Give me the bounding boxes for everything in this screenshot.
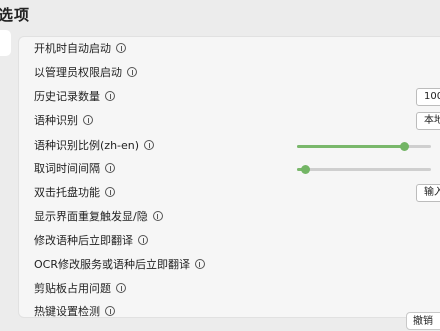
setting-row-lang-ratio: 语种识别比例(zh-en) xyxy=(19,134,440,158)
window-title: 选项 xyxy=(0,6,31,24)
tray-double-click-select[interactable]: 输入 xyxy=(416,184,440,202)
setting-row-hotkey-check: 热键设置检测 xyxy=(19,300,440,317)
setting-label: 历史记录数量 xyxy=(34,85,115,109)
info-icon[interactable] xyxy=(116,43,126,53)
setting-row-admin: 以管理员权限启动 xyxy=(19,61,440,85)
info-icon[interactable] xyxy=(105,306,115,316)
info-icon[interactable] xyxy=(138,235,148,245)
info-icon[interactable] xyxy=(194,259,205,269)
word-interval-slider[interactable] xyxy=(297,165,431,174)
setting-label: 语种识别 xyxy=(34,109,93,133)
setting-label: OCR修改服务或语种后立即翻译 xyxy=(34,253,205,277)
setting-row-clipboard: 剪贴板占用问题 xyxy=(19,277,440,301)
setting-label: 修改语种后立即翻译 xyxy=(34,229,148,253)
slider-track xyxy=(297,168,431,171)
setting-label: 显示界面重复触发显/隐 xyxy=(34,205,163,229)
lang-ratio-slider[interactable] xyxy=(297,142,431,151)
setting-label: 取词时间间隔 xyxy=(34,157,115,181)
setting-row-autostart: 开机时自动启动 xyxy=(19,37,440,61)
settings-panel: 开机时自动启动 以管理员权限启动 历史记录数量 100 语种识别 本地 语种识别… xyxy=(18,36,440,318)
lang-detect-select[interactable]: 本地 xyxy=(416,112,440,130)
setting-row-word-interval: 取词时间间隔 xyxy=(19,157,440,181)
info-icon[interactable] xyxy=(83,115,93,125)
history-count-input[interactable]: 100 xyxy=(416,88,440,106)
setting-row-history: 历史记录数量 100 xyxy=(19,85,440,109)
setting-label: 剪贴板占用问题 xyxy=(34,277,126,301)
setting-row-lang-detect: 语种识别 本地 xyxy=(19,109,440,133)
setting-label: 热键设置检测 xyxy=(34,300,115,317)
info-icon[interactable] xyxy=(116,283,126,293)
slider-handle[interactable] xyxy=(301,165,311,174)
info-icon[interactable] xyxy=(105,187,115,197)
slider-fill xyxy=(297,145,405,148)
setting-row-ocr-translate: OCR修改服务或语种后立即翻译 xyxy=(19,253,440,277)
setting-row-toggle-show: 显示界面重复触发显/隐 xyxy=(19,205,440,229)
sidebar-tab-selected[interactable] xyxy=(0,30,11,56)
info-icon[interactable] xyxy=(127,67,137,77)
setting-label: 双击托盘功能 xyxy=(34,181,115,205)
setting-label: 开机时自动启动 xyxy=(34,37,126,61)
cancel-button[interactable]: 撤销 xyxy=(406,312,440,330)
slider-handle[interactable] xyxy=(400,142,410,151)
setting-row-translate-on-lang: 修改语种后立即翻译 xyxy=(19,229,440,253)
info-icon[interactable] xyxy=(105,91,115,101)
info-icon[interactable] xyxy=(105,163,115,173)
setting-row-tray-double-click: 双击托盘功能 输入 xyxy=(19,181,440,205)
info-icon[interactable] xyxy=(152,211,163,221)
setting-label: 以管理员权限启动 xyxy=(34,61,137,85)
setting-label: 语种识别比例(zh-en) xyxy=(34,134,155,158)
info-icon[interactable] xyxy=(144,140,155,150)
